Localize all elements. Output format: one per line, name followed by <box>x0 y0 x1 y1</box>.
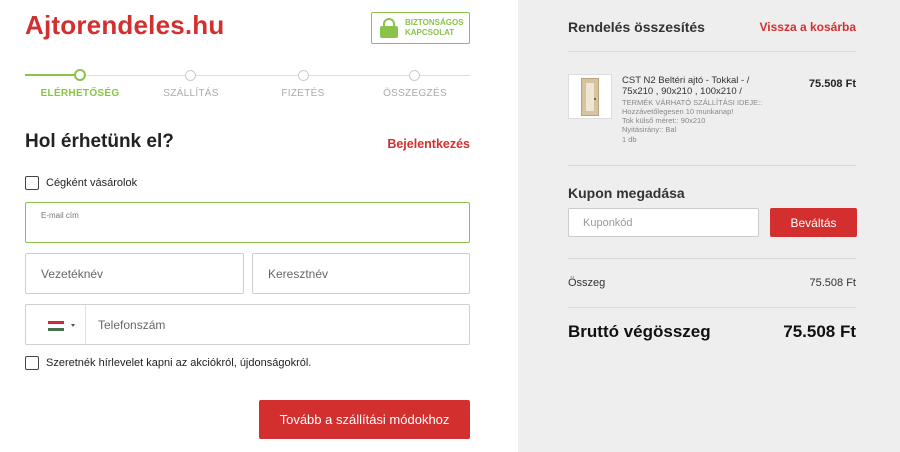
firstname-placeholder: Keresztnév <box>268 267 329 281</box>
step-label-summary: Összegzés <box>383 88 447 99</box>
step-dot-shipping <box>185 70 196 81</box>
continue-to-shipping-button[interactable]: Tovább a szállítási módokhoz <box>259 400 470 439</box>
phone-field[interactable]: Telefonszám <box>25 304 470 345</box>
form-title: Hol érhetünk el? <box>25 131 174 152</box>
subtotal-value: 75.508 Ft <box>809 277 856 289</box>
divider <box>568 51 856 52</box>
lastname-field[interactable]: Vezetéknév <box>25 253 244 294</box>
lock-icon <box>380 18 398 38</box>
checkout-form-panel: Ajtorendeles.hu Biztonságos kapcsolat El… <box>0 0 518 452</box>
step-dot-summary <box>409 70 420 81</box>
redeem-coupon-button[interactable]: Beváltás <box>770 208 857 237</box>
step-label-shipping: Szállítás <box>163 88 219 99</box>
site-logo[interactable]: Ajtorendeles.hu <box>25 10 224 41</box>
step-progress-line <box>25 74 75 76</box>
step-dot-contact <box>74 69 86 81</box>
firstname-field[interactable]: Keresztnév <box>252 253 470 294</box>
divider <box>568 165 856 166</box>
back-to-cart-link[interactable]: Vissza a kosárba <box>759 20 856 34</box>
hungary-flag-icon <box>48 321 64 331</box>
company-checkbox-label: Cégként vásárolok <box>46 177 138 189</box>
newsletter-checkbox-label: Szeretnék hírlevelet kapni az akciókról,… <box>46 357 312 369</box>
secure-connection-badge: Biztonságos kapcsolat <box>371 12 470 44</box>
phone-divider <box>85 305 86 344</box>
coupon-input[interactable]: Kuponkód <box>568 208 759 237</box>
newsletter-checkbox-row[interactable]: Szeretnék hírlevelet kapni az akciókról,… <box>25 356 311 370</box>
total-value: 75.508 Ft <box>783 322 856 341</box>
secure-connection-text: Biztonságos kapcsolat <box>405 18 464 37</box>
product-name: CST N2 Beltéri ajtó - Tokkal - / 75x210 … <box>622 75 750 97</box>
summary-title: Rendelés összesítés <box>568 19 705 35</box>
step-label-contact: Elérhetőség <box>40 88 120 99</box>
chevron-down-icon <box>71 324 75 327</box>
company-checkbox[interactable] <box>25 176 39 190</box>
coupon-title: Kupon megadása <box>568 185 685 201</box>
product-meta: TERMÉK VÁRHATÓ SZÁLLÍTÁSI IDEJE:: Hozzáv… <box>622 98 763 134</box>
phone-placeholder: Telefonszám <box>98 318 166 332</box>
company-checkbox-row[interactable]: Cégként vásárolok <box>25 176 137 190</box>
newsletter-checkbox[interactable] <box>25 356 39 370</box>
total-label: Bruttó végösszeg <box>568 322 711 341</box>
checkout-steps: Elérhetőség Szállítás Fizetés Összegzés <box>25 69 470 109</box>
step-label-payment: Fizetés <box>281 88 325 99</box>
product-quantity: 1 db <box>622 135 637 144</box>
door-image <box>581 77 599 116</box>
product-thumbnail <box>568 74 612 119</box>
subtotal-label: Összeg <box>568 277 606 289</box>
order-summary-panel: Rendelés összesítés Vissza a kosárba CST… <box>518 0 900 452</box>
lastname-placeholder: Vezetéknév <box>41 267 104 281</box>
divider <box>568 307 856 308</box>
product-price: 75.508 Ft <box>808 78 856 90</box>
email-field[interactable]: E-mail cím <box>25 202 470 243</box>
step-dot-payment <box>298 70 309 81</box>
divider <box>568 258 856 259</box>
coupon-placeholder: Kuponkód <box>583 217 633 229</box>
login-link[interactable]: Bejelentkezés <box>387 137 470 151</box>
email-label: E-mail cím <box>41 211 79 220</box>
